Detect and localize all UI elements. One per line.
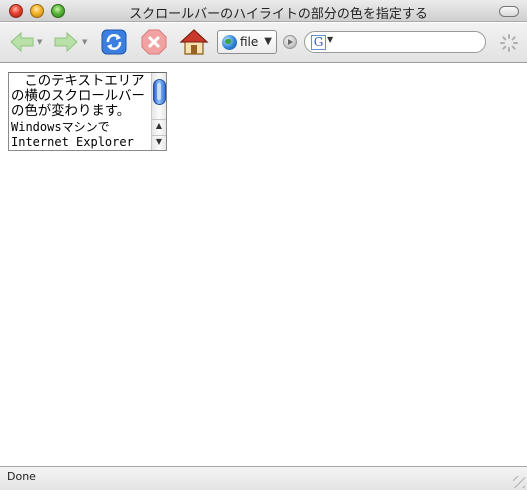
navigation-toolbar: ▼ ▼ file ▼ G ▼ xyxy=(0,23,527,63)
back-button[interactable] xyxy=(6,27,38,57)
home-button[interactable] xyxy=(178,27,210,57)
home-icon xyxy=(179,29,209,55)
zoom-window-button[interactable] xyxy=(51,4,65,18)
address-dropdown-icon[interactable]: ▼ xyxy=(264,36,272,47)
scroll-up-arrow-icon[interactable]: ▲ xyxy=(152,119,166,131)
textarea-line: Windowsマシンで xyxy=(11,119,110,134)
forward-dropdown-icon[interactable]: ▼ xyxy=(82,38,87,46)
title-bar: スクロールバーのハイライトの部分の色を指定する xyxy=(0,0,527,22)
resize-grip-icon[interactable] xyxy=(513,476,525,488)
textarea-line: の色が変わります。 xyxy=(11,104,131,120)
minimize-window-button[interactable] xyxy=(30,4,44,18)
back-arrow-icon xyxy=(10,31,34,53)
search-field[interactable]: G ▼ xyxy=(304,31,486,53)
textarea-line: このテキストエリア xyxy=(11,74,145,89)
toolbar-toggle-button[interactable] xyxy=(499,6,519,17)
stop-button[interactable] xyxy=(138,27,170,57)
textarea-scrollbar[interactable]: ▲ ▼ xyxy=(151,73,166,150)
activity-throbber-icon xyxy=(500,34,518,52)
reload-button[interactable] xyxy=(98,27,130,57)
back-dropdown-icon[interactable]: ▼ xyxy=(37,38,42,46)
address-bar[interactable]: file ▼ xyxy=(217,30,277,54)
address-text: file xyxy=(240,35,259,49)
status-text: Done xyxy=(7,470,36,483)
stop-icon xyxy=(141,29,167,55)
reload-icon xyxy=(101,29,127,55)
textarea-line: Internet Explorer xyxy=(11,134,134,149)
textarea-line: の横のスクロールバー xyxy=(11,89,145,105)
go-button[interactable] xyxy=(283,35,297,49)
search-engine-dropdown-icon[interactable]: ▼ xyxy=(327,35,333,44)
scrollbar-thumb[interactable] xyxy=(153,79,166,105)
search-engine-icon[interactable]: G xyxy=(311,35,326,50)
forward-arrow-icon xyxy=(54,31,78,53)
page-content: このテキストエリア の横のスクロールバー の色が変わります。 Windowsマシンで I… xyxy=(0,64,527,466)
scroll-down-arrow-icon[interactable]: ▼ xyxy=(152,135,166,147)
textarea-content[interactable]: このテキストエリア の横のスクロールバー の色が変わります。 Windowsマシンで I… xyxy=(11,74,151,150)
forward-button[interactable] xyxy=(50,27,82,57)
close-window-button[interactable] xyxy=(9,4,23,18)
sample-textarea[interactable]: このテキストエリア の横のスクロールバー の色が変わります。 Windowsマシンで I… xyxy=(8,72,167,151)
window-title: スクロールバーのハイライトの部分の色を指定する xyxy=(129,7,428,22)
site-globe-icon xyxy=(222,35,237,50)
status-bar: Done xyxy=(0,466,527,490)
